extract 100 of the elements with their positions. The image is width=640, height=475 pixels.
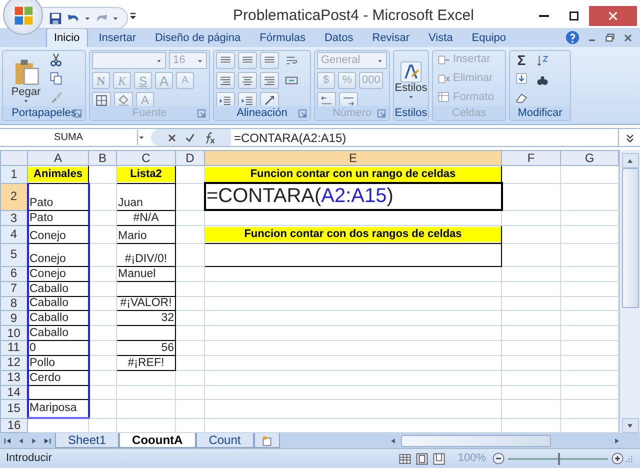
orientation-button[interactable] <box>260 92 279 106</box>
indent-icon <box>241 94 254 106</box>
first-sheet-icon[interactable] <box>3 436 13 446</box>
maximize-icon <box>568 10 580 22</box>
ribbon-tab[interactable]: Vista <box>420 28 461 47</box>
sheet-tab[interactable]: CoountA <box>119 433 196 448</box>
cell: Manuel <box>116 266 176 282</box>
row-header[interactable]: 1 <box>0 166 28 184</box>
row-header[interactable]: 11 <box>0 340 28 356</box>
fill-down-icon <box>515 72 528 86</box>
row-header[interactable]: 5 <box>0 243 28 266</box>
cell: 32 <box>116 310 176 326</box>
zoom-out-icon[interactable] <box>492 452 505 465</box>
align-button[interactable] <box>260 72 279 89</box>
row-header[interactable]: 6 <box>0 266 28 282</box>
row-header[interactable]: 15 <box>0 400 28 418</box>
row-header[interactable]: 2 <box>0 183 28 210</box>
enter-icon[interactable] <box>184 132 196 144</box>
cell: Funcion contar con dos rangos de celdas <box>205 226 501 242</box>
bucket-icon <box>117 94 130 106</box>
page-break-icon[interactable] <box>432 452 446 466</box>
row-header[interactable]: 14 <box>0 385 28 400</box>
close-workbook-icon[interactable] <box>622 32 634 44</box>
ribbon-tab[interactable]: Fórmulas <box>252 28 314 47</box>
sort-icon <box>536 54 549 67</box>
orientation-icon <box>263 94 276 106</box>
column-header[interactable]: A <box>28 150 88 166</box>
sum-button[interactable]: Σ <box>512 52 531 68</box>
vertical-scrollbar[interactable] <box>619 150 640 433</box>
column-header[interactable]: E <box>204 150 502 166</box>
close-icon <box>607 10 619 22</box>
ribbon-tab[interactable]: Revisar <box>364 28 418 47</box>
column-header[interactable]: D <box>176 150 204 166</box>
column-header[interactable]: F <box>502 150 560 166</box>
caret-icon[interactable] <box>112 14 119 22</box>
ribbon-tab[interactable]: Equipo <box>464 28 514 47</box>
align-button[interactable] <box>238 72 257 89</box>
name-box[interactable]: SUMA <box>0 130 138 145</box>
fill-color-button[interactable] <box>114 92 133 106</box>
row-header[interactable]: 13 <box>0 370 28 386</box>
cell: Pato <box>28 183 88 210</box>
office-button[interactable] <box>3 0 43 35</box>
customize-icon[interactable] <box>128 11 138 21</box>
lines-icon <box>219 74 232 87</box>
align-button[interactable] <box>216 72 235 89</box>
sheet-tab[interactable]: Sheet1 <box>55 433 120 448</box>
borders-button[interactable] <box>92 92 111 106</box>
column-header[interactable]: B <box>88 150 116 166</box>
ribbon-tab[interactable]: Inicio <box>46 28 88 47</box>
cancel-icon[interactable] <box>166 132 178 144</box>
row-header[interactable]: 3 <box>0 210 28 226</box>
ribbon-tab[interactable]: Insertar <box>90 28 144 47</box>
page-layout-icon[interactable] <box>414 452 429 466</box>
merge-icon <box>285 74 298 87</box>
indent-icon <box>219 94 232 106</box>
row-header[interactable]: 12 <box>0 355 28 370</box>
new-sheet-icon <box>260 434 273 447</box>
group-label: Estilos <box>394 106 428 120</box>
zoom-in-icon[interactable] <box>611 452 624 465</box>
row-header[interactable]: 7 <box>0 281 28 296</box>
column-header[interactable]: G <box>560 150 618 166</box>
last-sheet-icon[interactable] <box>42 436 52 446</box>
increase-decimal-button[interactable] <box>317 92 336 106</box>
resize-grip-icon[interactable] <box>624 454 634 464</box>
caret-icon <box>377 58 383 64</box>
normal-view-icon[interactable] <box>398 452 412 466</box>
restore-icon[interactable] <box>604 32 616 44</box>
font-name-field[interactable] <box>92 52 166 69</box>
indent-button[interactable] <box>216 92 235 106</box>
caret-icon[interactable] <box>138 134 145 141</box>
row-header[interactable]: 16 <box>0 418 28 432</box>
indent-button[interactable] <box>238 92 257 106</box>
cell: Caballo <box>28 281 88 296</box>
column-header[interactable]: C <box>116 150 176 166</box>
new-sheet-tab[interactable] <box>254 433 280 448</box>
decrease-decimal-button[interactable] <box>339 92 358 106</box>
align-button[interactable] <box>238 52 257 69</box>
align-button[interactable] <box>260 52 279 69</box>
row-header[interactable]: 8 <box>0 296 28 311</box>
ribbon-tab[interactable]: Diseño de página <box>146 28 249 47</box>
group-label: Portapapeles <box>12 106 76 120</box>
cell: Caballo <box>28 326 88 341</box>
copy-icon[interactable] <box>49 71 63 86</box>
ribbon-tab[interactable]: Datos <box>316 28 362 47</box>
scroll-thumb[interactable] <box>401 434 551 446</box>
caret-icon[interactable] <box>84 14 91 22</box>
sheet-tab[interactable]: Count <box>196 433 254 448</box>
row-header[interactable]: 10 <box>0 326 28 341</box>
group-label: Modificar <box>518 106 562 120</box>
help-icon[interactable] <box>565 30 580 45</box>
align-button[interactable] <box>216 52 235 69</box>
styles-icon <box>400 60 422 82</box>
formula-field[interactable]: =CONTARA(A2:A15) <box>231 128 618 146</box>
row-header[interactable]: 9 <box>0 310 28 326</box>
close-button[interactable] <box>589 6 637 26</box>
save-icon[interactable] <box>48 10 63 26</box>
row-header[interactable]: 4 <box>0 226 28 244</box>
scissors-icon[interactable] <box>49 52 63 67</box>
scroll-thumb[interactable] <box>622 168 638 308</box>
wrap-icon <box>285 54 298 67</box>
